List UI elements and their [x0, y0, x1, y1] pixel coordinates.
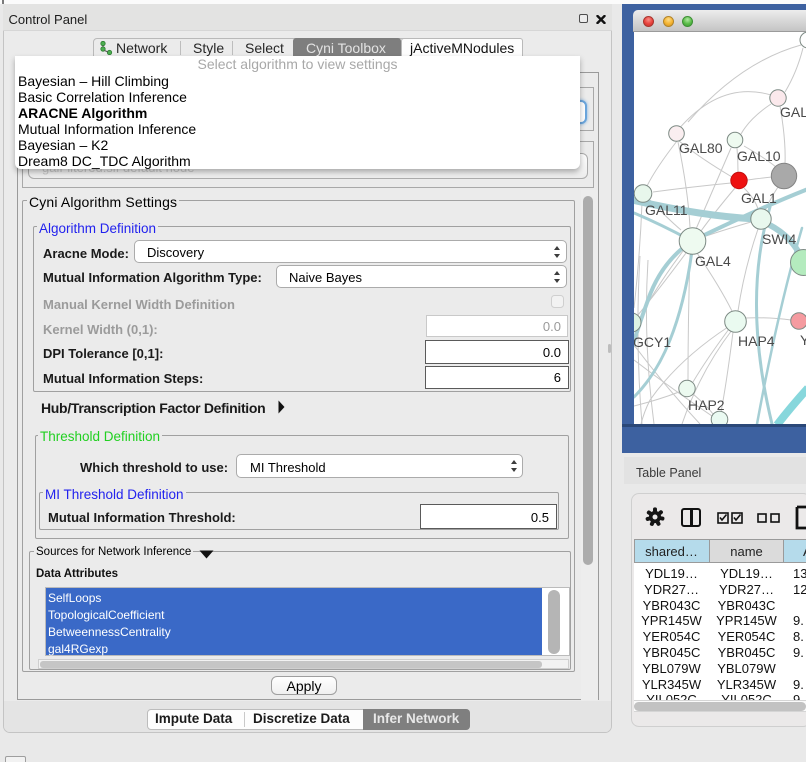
svg-text:HAP4: HAP4	[738, 333, 775, 349]
svg-text:GAL10: GAL10	[737, 148, 781, 164]
svg-text:GAL80: GAL80	[679, 140, 723, 156]
svg-text:GAL2: GAL2	[780, 104, 806, 120]
svg-text:GAL1: GAL1	[741, 190, 777, 206]
svg-text:Y: Y	[800, 332, 806, 348]
svg-text:SWI4: SWI4	[762, 231, 796, 247]
svg-text:GAL4: GAL4	[695, 253, 731, 269]
svg-text:GAL11: GAL11	[645, 202, 688, 218]
svg-text:HAP2: HAP2	[688, 397, 725, 413]
svg-text:GCY1: GCY1	[634, 334, 671, 350]
